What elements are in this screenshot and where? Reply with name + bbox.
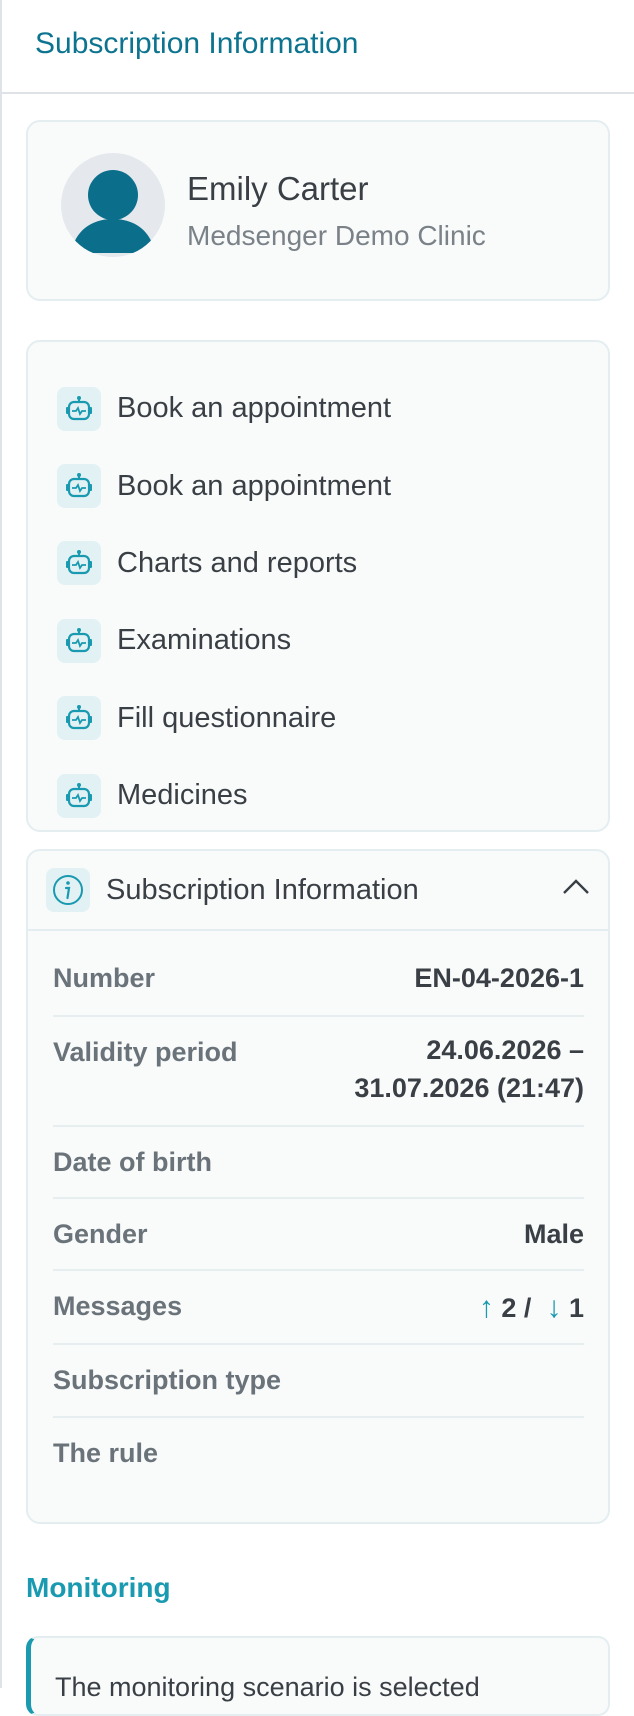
row-label: Subscription type (53, 1365, 282, 1395)
action-label: Fill questionnaire (117, 701, 337, 734)
action-medicines[interactable]: Medicines (28, 757, 608, 834)
actions-list: Book an appointment Book an appointment … (26, 340, 610, 832)
profile-card: Emily Carter Medsenger Demo Clinic (26, 120, 610, 301)
avatar[interactable] (61, 153, 165, 257)
row-label: Number (53, 963, 156, 993)
row-value: Male (523, 1219, 584, 1249)
action-book-appointment-2[interactable]: Book an appointment (28, 447, 608, 524)
row-label: Gender (53, 1219, 148, 1249)
action-fill-questionnaire[interactable]: Fill questionnaire (28, 680, 608, 757)
row-validity-period: Validity period 24.06.2026 – 31.07.2026 … (53, 1017, 584, 1127)
page-title: Subscription Information (35, 27, 359, 60)
action-label: Book an appointment (117, 469, 392, 502)
patient-name: Emily Carter (187, 170, 369, 207)
row-messages: Messages ↑ 2 / ↓ 1 (53, 1271, 584, 1345)
subscription-info-toggle[interactable]: Subscription Information (28, 851, 608, 931)
arrow-down-icon: ↓ (546, 1291, 562, 1324)
clinic-name: Medsenger Demo Clinic (187, 220, 486, 251)
row-label: Date of birth (53, 1147, 212, 1177)
panel-header: Subscription Information (0, 0, 634, 94)
subscription-info-panel: Subscription Information Number EN-04-20… (26, 849, 610, 1524)
robot-icon (57, 386, 101, 431)
action-label: Medicines (117, 779, 248, 812)
row-label: Validity period (53, 1037, 238, 1067)
action-label: Examinations (117, 624, 292, 657)
row-value: ↑ 2 / ↓ 1 (479, 1291, 584, 1325)
robot-icon (57, 464, 101, 509)
monitoring-text: The monitoring scenario is selected (55, 1672, 480, 1702)
validity-end: 31.07.2026 (21:47) (354, 1073, 584, 1103)
validity-start: 24.06.2026 – (426, 1035, 584, 1065)
action-book-appointment-1[interactable]: Book an appointment (28, 370, 608, 447)
info-icon (46, 868, 90, 912)
action-label: Charts and reports (117, 546, 358, 579)
row-value: 24.06.2026 – 31.07.2026 (21:47) (354, 1031, 584, 1107)
row-rule: The rule (53, 1418, 584, 1490)
monitoring-section-title: Monitoring (26, 1572, 171, 1603)
robot-icon (57, 541, 101, 586)
row-label: The rule (53, 1438, 159, 1468)
row-gender: Gender Male (53, 1199, 584, 1271)
row-number: Number EN-04-2026-1 (53, 943, 584, 1017)
action-charts-reports[interactable]: Charts and reports (28, 525, 608, 602)
action-label: Book an appointment (117, 392, 392, 425)
action-examinations[interactable]: Examinations (28, 602, 608, 679)
robot-icon (57, 696, 101, 741)
monitoring-card: The monitoring scenario is selected (26, 1636, 610, 1716)
arrow-up-icon: ↑ (478, 1291, 494, 1324)
robot-icon (57, 773, 101, 818)
panel-left-border (0, 0, 2, 1688)
row-value: EN-04-2026-1 (414, 963, 584, 993)
messages-separator: / (516, 1293, 539, 1323)
messages-sent: 2 (501, 1293, 517, 1323)
subscription-info-rows: Number EN-04-2026-1 Validity period 24.0… (28, 931, 608, 1490)
robot-icon (57, 618, 101, 663)
row-label: Messages (53, 1291, 183, 1321)
row-date-of-birth: Date of birth (53, 1127, 584, 1199)
row-subscription-type: Subscription type (53, 1345, 584, 1418)
messages-received: 1 (568, 1293, 584, 1323)
user-avatar-icon (71, 170, 155, 253)
chevron-up-icon[interactable] (562, 877, 590, 900)
subscription-info-title: Subscription Information (106, 873, 419, 906)
